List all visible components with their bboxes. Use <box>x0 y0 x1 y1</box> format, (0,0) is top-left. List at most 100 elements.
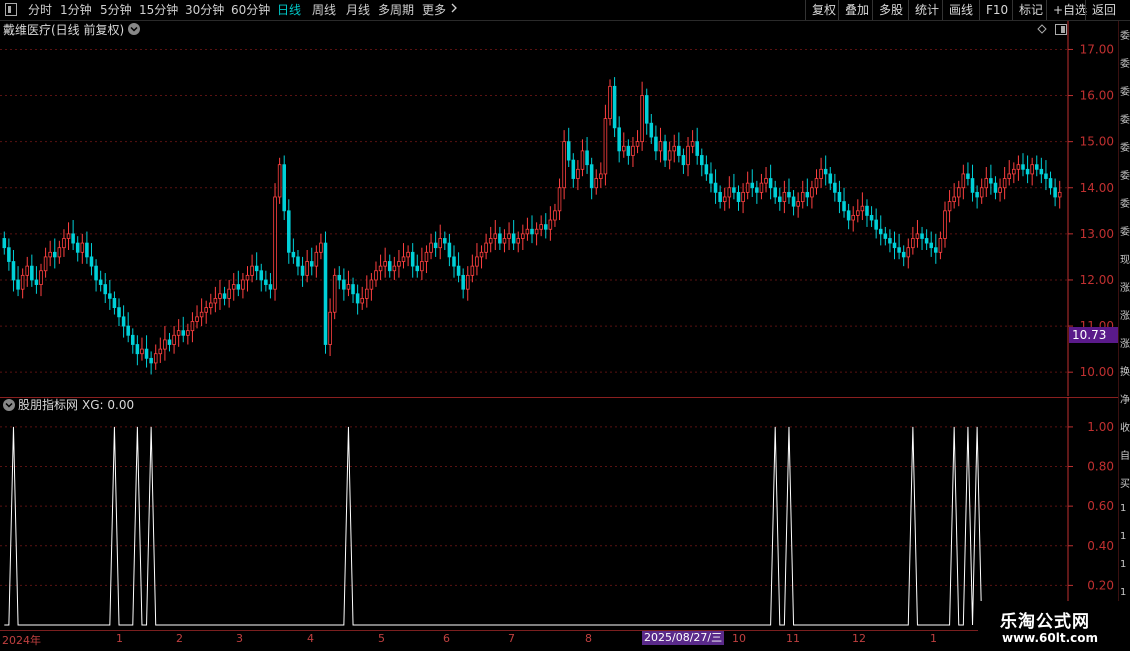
date-tick: 1 <box>930 632 937 645</box>
candle-body <box>644 95 649 124</box>
f10-button[interactable]: F10 <box>979 0 1014 20</box>
candle-body <box>938 238 943 253</box>
tab-30min[interactable]: 30分钟 <box>185 2 224 18</box>
candle-body <box>48 251 52 258</box>
candle-body <box>163 339 167 350</box>
candle-body <box>525 228 530 235</box>
tab-5min[interactable]: 5分钟 <box>100 2 132 18</box>
candle-body <box>975 191 979 198</box>
candle-body <box>328 311 332 345</box>
candlestick-chart[interactable]: 10.0011.0012.0013.0014.0015.0016.0017.00… <box>0 21 1118 396</box>
tab-monthly[interactable]: 月线 <box>346 2 370 18</box>
candle-body <box>823 168 828 175</box>
chevron-down-icon[interactable] <box>128 23 140 35</box>
chevron-right-icon[interactable] <box>450 2 458 18</box>
candle-body <box>465 274 470 290</box>
candle-body <box>764 178 768 184</box>
candle-body <box>1025 168 1030 175</box>
candle-body <box>649 122 654 138</box>
candle-body <box>433 242 438 249</box>
candle-body <box>663 141 667 161</box>
candle-body <box>961 173 966 189</box>
quote-strip-label: 委 <box>1120 227 1130 238</box>
candle-body <box>998 187 1002 193</box>
candle-body <box>612 85 617 129</box>
tab-more[interactable]: 更多 <box>422 2 446 18</box>
candle-body <box>11 261 16 281</box>
candle-body <box>989 178 993 184</box>
candle-body <box>351 284 355 295</box>
candle-body <box>585 150 589 166</box>
candle-body <box>1057 191 1062 198</box>
candle-body <box>346 284 351 290</box>
candle-body <box>924 238 929 244</box>
candle-body <box>736 191 741 202</box>
candle-body <box>543 224 548 230</box>
candle-body <box>860 205 865 212</box>
candle-body <box>576 168 580 179</box>
candle-body <box>410 251 415 267</box>
candle-body <box>833 182 837 193</box>
candle-body <box>108 293 112 299</box>
candle-body <box>511 233 516 244</box>
candle-body <box>534 228 539 235</box>
candle-body <box>952 196 956 202</box>
candle-body <box>929 242 933 249</box>
overlay-button[interactable]: 叠加 <box>838 0 875 20</box>
candle-body <box>406 251 410 258</box>
tab-15min[interactable]: 15分钟 <box>139 2 178 18</box>
mark-button[interactable]: 标记 <box>1012 0 1049 20</box>
candle-body <box>943 210 947 239</box>
candle-body <box>700 155 704 166</box>
candle-body <box>273 196 277 290</box>
candle <box>612 77 617 138</box>
chevron-down-icon[interactable] <box>3 399 15 411</box>
candle-body <box>360 298 364 304</box>
candle-body <box>66 233 71 239</box>
tab-60min[interactable]: 60分钟 <box>231 2 270 18</box>
candle-body <box>502 238 507 244</box>
price-tick-label: 15.00 <box>1080 135 1114 149</box>
quote-strip-label: 委 <box>1120 59 1130 70</box>
candle-body <box>62 238 66 249</box>
date-tick: 12 <box>852 632 866 645</box>
candle-body <box>140 348 144 355</box>
current-price-label: 10.73 <box>1072 328 1106 342</box>
tab-weekly[interactable]: 周线 <box>312 2 336 18</box>
date-tick: 7 <box>508 632 515 645</box>
candle-body <box>355 293 360 304</box>
candle-body <box>7 247 11 262</box>
tab-intraday[interactable]: 分时 <box>28 2 52 18</box>
candle-body <box>672 145 677 152</box>
candle-body <box>429 242 433 253</box>
candle-body <box>658 141 663 152</box>
back-button[interactable]: 返回 <box>1085 0 1122 20</box>
tab-1min[interactable]: 1分钟 <box>60 2 92 18</box>
candle-body <box>530 228 534 235</box>
candle-body <box>121 316 126 327</box>
watermark-title: 乐淘公式网 <box>1000 612 1090 632</box>
tab-multi-period[interactable]: 多周期 <box>378 2 414 18</box>
candle-body <box>452 256 456 267</box>
candle-body <box>461 274 465 290</box>
stock-title[interactable]: 戴维医疗(日线 前复权) <box>3 22 124 37</box>
candle-body <box>846 210 851 221</box>
candle <box>277 157 282 204</box>
candle-body <box>626 145 631 156</box>
quote-strip-label: 买 <box>1120 479 1130 490</box>
price-tick-label: 17.00 <box>1080 42 1114 56</box>
date-axis: 2024年 1 2 3 4 5 6 7 8 2025/08/27/三 10 11… <box>0 630 1068 651</box>
indicator-title[interactable]: 股朋指标网 <box>18 397 78 412</box>
multi-stock-button[interactable]: 多股 <box>872 0 909 20</box>
candle-body <box>594 178 599 189</box>
indicator-tick-label: 0.80 <box>1087 460 1114 474</box>
candle-body <box>186 330 190 336</box>
candle-body <box>796 201 800 207</box>
draw-button[interactable]: 画线 <box>942 0 979 20</box>
window-menu-icon[interactable] <box>5 3 17 20</box>
adjust-button[interactable]: 复权 <box>805 0 842 20</box>
candle-body <box>713 182 718 193</box>
tab-daily[interactable]: 日线 <box>277 2 301 18</box>
stats-button[interactable]: 统计 <box>908 0 945 20</box>
indicator-chart[interactable]: 0.20 0.40 0.60 0.80 1.00 股朋指标网 XG: 0.00 <box>0 397 1118 630</box>
